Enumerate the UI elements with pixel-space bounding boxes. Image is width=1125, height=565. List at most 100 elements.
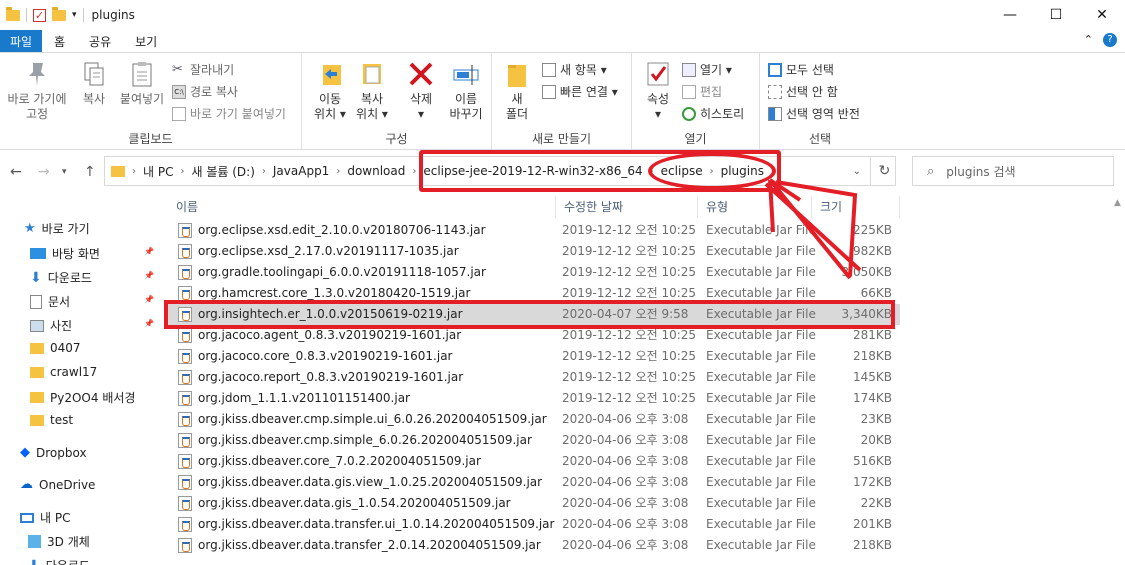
easy-access-button[interactable]: 빠른 연결 ▾ (542, 83, 618, 100)
nav-item[interactable]: 0407 (30, 341, 81, 355)
ribbon: 바로 가기에 고정 복사 붙여넣기 ✂ 잘라내기 C:\ 경로 복사 바로 가기… (0, 52, 1125, 150)
table-row[interactable]: org.jkiss.dbeaver.data.transfer_2.0.14.2… (168, 535, 900, 556)
back-arrow-icon[interactable]: ← (10, 164, 22, 180)
copy-path-button[interactable]: C:\ 경로 복사 (172, 83, 238, 100)
search-input[interactable]: plugins 검색 (946, 163, 1015, 180)
nav-item[interactable]: 사진 (30, 317, 72, 334)
table-row[interactable]: org.gradle.toolingapi_6.0.0.v20191118-10… (168, 262, 900, 283)
table-row[interactable]: org.jkiss.dbeaver.cmp.simple_6.0.26.2020… (168, 430, 900, 451)
vertical-scrollbar[interactable]: ▲ (1110, 196, 1125, 565)
table-row[interactable]: org.jkiss.dbeaver.core_7.0.2.20200405150… (168, 451, 900, 472)
new-folder-button[interactable]: 새 폴더 (500, 59, 534, 122)
tab-share[interactable]: 공유 (77, 30, 123, 52)
recent-dropdown-icon[interactable]: ▾ (62, 167, 67, 177)
tab-view[interactable]: 보기 (123, 30, 169, 52)
tab-file[interactable]: 파일 (0, 30, 42, 52)
table-row[interactable]: org.jacoco.report_0.8.3.v20190219-1601.j… (168, 367, 900, 388)
copy-button[interactable]: 복사 (74, 59, 114, 107)
new-folder-icon[interactable] (52, 6, 66, 21)
column-type-header[interactable]: 유형 (698, 196, 812, 218)
table-row[interactable]: org.hamcrest.core_1.3.0.v20180420-1519.j… (168, 283, 900, 304)
invert-selection-button[interactable]: 선택 영역 반전 (768, 105, 860, 122)
history-button[interactable]: 히스토리 (682, 105, 744, 122)
table-row[interactable]: org.jacoco.agent_0.8.3.v20190219-1601.ja… (168, 325, 900, 346)
nav-item[interactable]: test (30, 413, 73, 427)
pin-icon[interactable]: 📌 (144, 247, 154, 256)
nav-item[interactable]: 3D 개체 (28, 533, 90, 550)
table-row[interactable]: org.jkiss.dbeaver.cmp.simple.ui_6.0.26.2… (168, 409, 900, 430)
tab-home[interactable]: 홈 (42, 30, 77, 52)
copy-path-label: 경로 복사 (190, 85, 238, 99)
nav-item[interactable]: 문서 (30, 293, 70, 310)
delete-button[interactable]: 삭제 ▾ (400, 59, 442, 122)
breadcrumb-eclipse[interactable]: eclipse (657, 164, 707, 178)
nav-item[interactable]: 내 PC (20, 509, 70, 526)
file-type: Executable Jar File (706, 328, 816, 342)
table-row[interactable]: org.insightech.er_1.0.0.v20150619-0219.j… (168, 304, 900, 325)
collapse-ribbon-icon[interactable]: ⌃ (1084, 33, 1093, 47)
breadcrumb-eclipse-jee[interactable]: eclipse-jee-2019-12-R-win32-x86_64 (419, 164, 646, 178)
table-row[interactable]: org.jacoco.core_0.8.3.v20190219-1601.jar… (168, 346, 900, 367)
move-to-button[interactable]: 이동 위치 ▾ (310, 59, 350, 122)
column-size-header[interactable]: 크기 (812, 196, 900, 218)
nav-item[interactable]: ⬇ 다운로드 (30, 269, 92, 286)
file-type: Executable Jar File (706, 307, 816, 321)
nav-item[interactable]: crawl17 (30, 365, 97, 379)
copy-to-button[interactable]: 복사 위치 ▾ (352, 59, 392, 122)
new-item-button[interactable]: 새 항목 ▾ (542, 61, 607, 78)
nav-item[interactable]: ★ 바로 가기 (24, 220, 90, 237)
address-bar[interactable]: › 내 PC › 새 볼륨 (D:) › JavaApp1 › download… (104, 156, 896, 186)
folder-icon[interactable] (6, 6, 20, 21)
pin-icon[interactable]: 📌 (144, 271, 154, 280)
select-all-button[interactable]: 모두 선택 (768, 61, 834, 78)
forward-arrow-icon[interactable]: → (38, 164, 50, 180)
nav-item-label: crawl17 (50, 365, 98, 379)
nav-item[interactable]: ⬇ 다운로드 (28, 557, 90, 565)
properties-button[interactable]: 속성 ▾ (640, 59, 676, 122)
column-date-header[interactable]: 수정한 날짜 (556, 196, 698, 218)
properties-check-icon[interactable]: ✓ (33, 8, 46, 22)
breadcrumb-this-pc[interactable]: 내 PC (139, 163, 177, 180)
table-row[interactable]: org.eclipse.xsd_2.17.0.v20191117-1035.ja… (168, 241, 900, 262)
pc-icon (20, 512, 34, 523)
refresh-icon[interactable]: ↻ (870, 157, 898, 185)
help-icon[interactable]: ? (1103, 33, 1117, 47)
table-row[interactable]: org.jdom_1.1.1.v201101151400.jar 2019-12-… (168, 388, 900, 409)
file-name: org.jkiss.dbeaver.cmp.simple_6.0.26.2020… (198, 433, 532, 447)
breadcrumb-drive[interactable]: 새 볼륨 (D:) (187, 163, 258, 180)
maximize-button[interactable]: ☐ (1033, 0, 1079, 30)
open-button[interactable]: 열기 ▾ (682, 61, 732, 78)
edit-button[interactable]: 편집 (682, 83, 722, 100)
pin-icon[interactable]: 📌 (144, 319, 154, 328)
paste-shortcut-button[interactable]: 바로 가기 붙여넣기 (172, 105, 286, 122)
close-button[interactable]: ✕ (1079, 0, 1125, 30)
scroll-up-icon[interactable]: ▲ (1110, 196, 1125, 211)
breadcrumb-separator-icon: › (261, 165, 266, 177)
column-name-header[interactable]: 이름 (168, 196, 556, 218)
breadcrumb-separator-icon: › (180, 165, 185, 177)
table-row[interactable]: org.eclipse.xsd.edit_2.10.0.v20180706-11… (168, 220, 900, 241)
search-box[interactable]: ⌕ plugins 검색 (912, 156, 1114, 186)
select-none-button[interactable]: 선택 안 함 (768, 83, 838, 100)
up-arrow-icon[interactable]: ↑ (84, 164, 96, 180)
file-name: org.jkiss.dbeaver.data.gis_1.0.54.202004… (198, 496, 511, 510)
table-row[interactable]: org.jkiss.dbeaver.data.gis.view_1.0.25.2… (168, 472, 900, 493)
nav-item[interactable]: Py2OO4 배서경 (30, 389, 135, 406)
table-row[interactable]: org.jkiss.dbeaver.data.gis_1.0.54.202004… (168, 493, 900, 514)
paste-button[interactable]: 붙여넣기 (116, 59, 168, 107)
pin-icon[interactable]: 📌 (144, 295, 154, 304)
nav-item[interactable]: ◆ Dropbox (20, 445, 87, 460)
table-row[interactable]: org.jkiss.dbeaver.data.transfer.ui_1.0.1… (168, 514, 900, 535)
breadcrumb-javaapp1[interactable]: JavaApp1 (269, 164, 333, 178)
nav-item[interactable]: ☁ OneDrive (20, 477, 95, 492)
customize-toolbar-dropdown-icon[interactable]: ▾ (72, 10, 77, 20)
cut-button[interactable]: ✂ 잘라내기 (172, 61, 234, 78)
pin-quick-access-button[interactable]: 바로 가기에 고정 (2, 59, 72, 122)
minimize-button[interactable]: — (987, 0, 1033, 30)
rename-button[interactable]: 이름 바꾸기 (444, 59, 488, 122)
address-history-dropdown-icon[interactable]: ⌄ (853, 166, 861, 177)
file-type: Executable Jar File (706, 538, 816, 552)
nav-item[interactable]: 바탕 화면 (30, 245, 100, 262)
breadcrumb-download[interactable]: download (343, 164, 409, 178)
breadcrumb-plugins[interactable]: plugins (717, 164, 768, 178)
